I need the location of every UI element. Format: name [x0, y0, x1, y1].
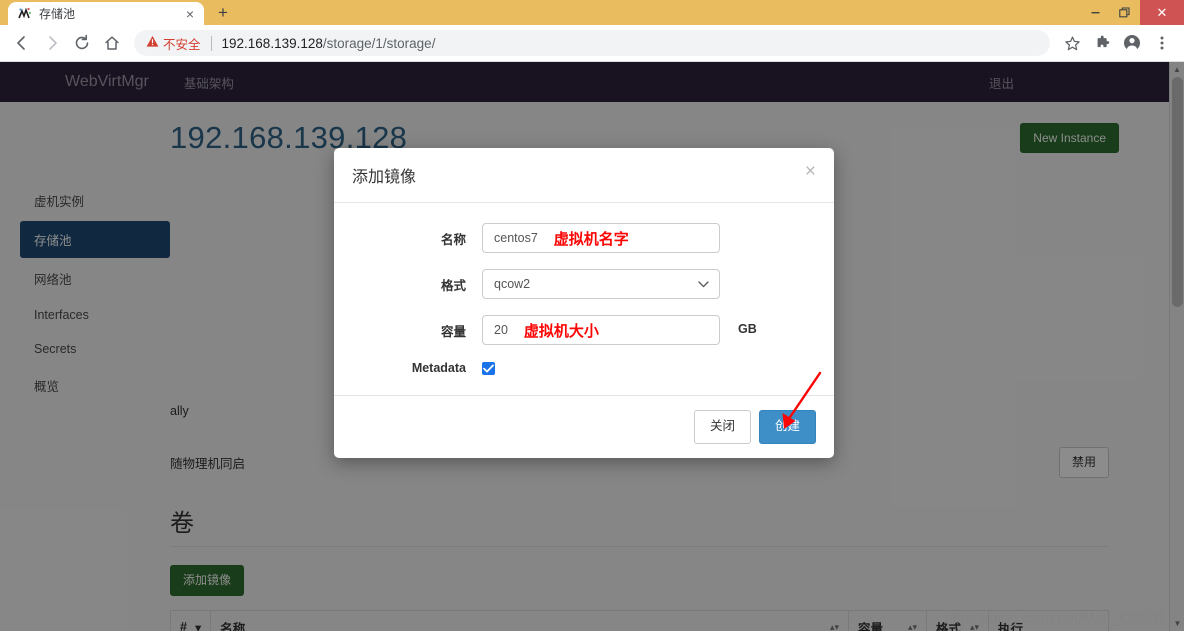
- form-row-metadata: Metadata: [352, 361, 816, 375]
- modal-header: 添加镜像 ×: [334, 148, 834, 203]
- browser-toolbar: 不安全 192.168.139.128/storage/1/storage/: [0, 25, 1184, 62]
- forward-icon[interactable]: [38, 29, 66, 57]
- form-row-format: 格式 qcow2: [352, 269, 816, 299]
- name-input[interactable]: centos7 虚拟机名字: [482, 223, 720, 253]
- form-row-name: 名称 centos7 虚拟机名字: [352, 223, 816, 253]
- size-annotation: 虚拟机大小: [523, 322, 599, 340]
- toolbar-right: [1058, 29, 1176, 57]
- browser-titlebar: 存储池 × + ✕: [0, 0, 1184, 25]
- close-button[interactable]: 关闭: [693, 410, 751, 444]
- name-control: centos7 虚拟机名字: [482, 223, 816, 253]
- star-icon[interactable]: [1058, 29, 1086, 57]
- modal-footer: 关闭 创建: [334, 395, 834, 458]
- close-icon[interactable]: ×: [805, 162, 816, 181]
- reload-icon[interactable]: [68, 29, 96, 57]
- format-select-value: qcow2: [494, 277, 531, 291]
- webvirtmgr-favicon: [18, 6, 32, 21]
- warning-triangle-icon: [146, 35, 159, 51]
- size-input-value: 20: [494, 323, 508, 337]
- name-annotation: 虚拟机名字: [553, 230, 629, 248]
- modal-title: 添加镜像: [352, 169, 417, 186]
- chevron-down-icon: [698, 277, 709, 291]
- page-viewport: WebVirtMgr 基础架构 退出 192.168.139.128 New I…: [0, 62, 1184, 631]
- size-control: 20 虚拟机大小 GB: [482, 315, 816, 345]
- metadata-control: [482, 361, 816, 375]
- url-path: /storage/1/storage/: [322, 35, 436, 51]
- format-select[interactable]: qcow2: [482, 269, 720, 299]
- tab-strip: 存储池 × +: [0, 0, 236, 25]
- size-label: 容量: [440, 324, 466, 339]
- browser-window: 存储池 × + ✕ 不安全 192.168.139.128/storage/1/…: [0, 0, 1184, 631]
- maximize-restore-icon[interactable]: [1110, 0, 1140, 25]
- create-button[interactable]: 创建: [758, 410, 816, 444]
- url-text: 192.168.139.128/storage/1/storage/: [222, 36, 436, 51]
- not-secure-indicator[interactable]: 不安全: [146, 34, 201, 53]
- close-window-icon[interactable]: ✕: [1140, 0, 1184, 25]
- size-input[interactable]: 20 虚拟机大小: [482, 315, 720, 345]
- security-label: 不安全: [163, 37, 201, 52]
- metadata-checkbox[interactable]: [482, 361, 495, 375]
- format-control: qcow2: [482, 269, 816, 299]
- tab-title: 存储池: [39, 7, 76, 21]
- metadata-label: Metadata: [411, 361, 466, 375]
- add-image-modal: 添加镜像 × 名称 centos7 虚拟机名字 格式 qcow2 容量 20 虚…: [334, 148, 834, 458]
- omnibox-divider: [210, 35, 212, 51]
- format-label: 格式: [440, 278, 466, 293]
- back-icon[interactable]: [8, 29, 36, 57]
- browser-tab[interactable]: 存储池 ×: [8, 2, 204, 25]
- puzzle-icon[interactable]: [1088, 29, 1116, 57]
- minimize-icon[interactable]: [1080, 0, 1110, 25]
- window-controls: ✕: [1080, 0, 1184, 25]
- modal-body: 名称 centos7 虚拟机名字 格式 qcow2 容量 20 虚拟机大小 GB…: [334, 203, 834, 395]
- new-tab-button[interactable]: +: [210, 2, 236, 24]
- form-row-size: 容量 20 虚拟机大小 GB: [352, 315, 816, 345]
- home-icon[interactable]: [98, 29, 126, 57]
- name-input-value: centos7: [494, 231, 538, 245]
- close-tab-icon[interactable]: ×: [182, 6, 198, 22]
- address-bar[interactable]: 不安全 192.168.139.128/storage/1/storage/: [134, 30, 1050, 56]
- kebab-menu-icon[interactable]: [1148, 29, 1176, 57]
- url-host: 192.168.139.128: [221, 35, 323, 51]
- avatar-icon[interactable]: [1118, 29, 1146, 57]
- size-unit-label: GB: [738, 322, 757, 336]
- name-label: 名称: [440, 232, 466, 247]
